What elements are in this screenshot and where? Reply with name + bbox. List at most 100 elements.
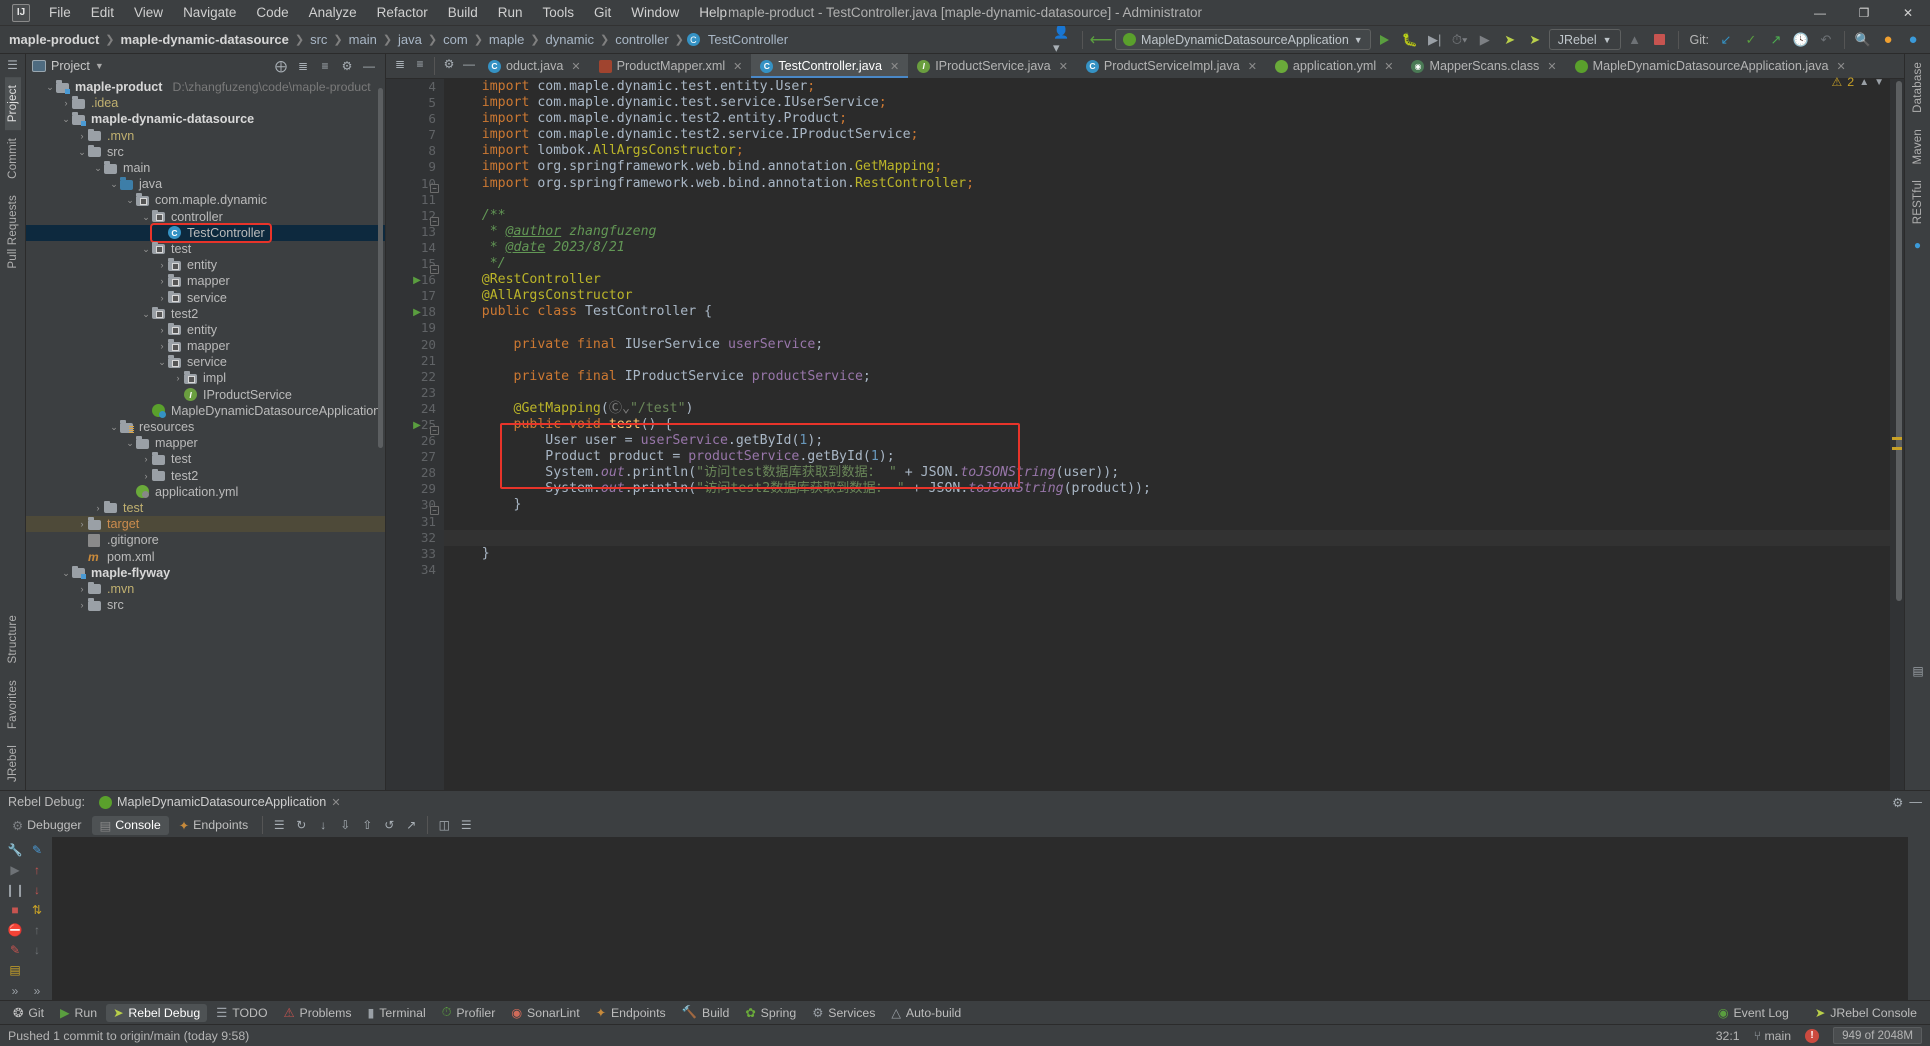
menu-build[interactable]: Build [439, 2, 487, 23]
tree-node-test2[interactable]: ⌄ test2 [26, 306, 385, 322]
tree-expand-arrow-icon[interactable]: › [156, 290, 168, 306]
code-line[interactable]: * @author zhangfuzeng [444, 224, 1890, 240]
code-line[interactable]: */ [444, 256, 1890, 272]
tree-node-maple-flyway[interactable]: ⌄ maple-flyway [26, 565, 385, 581]
tree-expand-arrow-icon[interactable]: › [76, 549, 88, 565]
tree-expand-arrow-icon[interactable]: ⌄ [124, 192, 136, 208]
close-icon[interactable]: ✕ [1059, 60, 1068, 73]
breadcrumb-testcontroller[interactable]: TestController [705, 30, 791, 49]
tree-node-com-maple-dynamic[interactable]: ⌄ com.maple.dynamic [26, 192, 385, 208]
menu-file[interactable]: File [40, 2, 80, 23]
tree-expand-arrow-icon[interactable]: › [172, 387, 184, 403]
rerun-icon[interactable]: ↻ [291, 815, 311, 835]
stop-icon[interactable] [1649, 29, 1671, 51]
tree-expand-arrow-icon[interactable]: ⌄ [140, 209, 152, 225]
tree-node-test[interactable]: › test [26, 500, 385, 516]
menu-navigate[interactable]: Navigate [174, 2, 245, 23]
breadcrumb-main[interactable]: main [346, 30, 380, 49]
tree-expand-arrow-icon[interactable]: › [172, 370, 184, 386]
tool-button-services[interactable]: ⚙ Services [805, 1004, 882, 1022]
tree-expand-arrow-icon[interactable]: ⌄ [60, 565, 72, 581]
pencil-icon[interactable]: ✎ [29, 842, 45, 858]
code-line[interactable]: * @date 2023/8/21 [444, 240, 1890, 256]
editor-tab-productserviceimpl[interactable]: C ProductServiceImpl.java ✕ [1077, 54, 1266, 78]
editor-tab-productmapper-xml[interactable]: ProductMapper.xml ✕ [590, 54, 752, 78]
run-configuration-selector[interactable]: MapleDynamicDatasourceApplication ▼ [1115, 29, 1371, 50]
menu-git[interactable]: Git [585, 2, 620, 23]
tool-button-sonarlint[interactable]: ◉ SonarLint [504, 1004, 586, 1022]
jrebel-run-icon[interactable]: ➤ [1499, 29, 1521, 51]
tree-expand-arrow-icon[interactable]: › [76, 128, 88, 144]
tree-node--mvn[interactable]: › .mvn [26, 581, 385, 597]
sort-icon[interactable]: ⇅ [29, 902, 45, 918]
tool-tab-commit[interactable]: Commit [5, 130, 21, 187]
tool-tab-jrebel[interactable]: JRebel [5, 737, 21, 790]
notifications-icon[interactable]: ● [1914, 233, 1921, 257]
tree-expand-arrow-icon[interactable]: › [156, 273, 168, 289]
tree-expand-arrow-icon[interactable]: › [140, 403, 152, 419]
code-line[interactable]: System.out.println("访问test数据库获取到数据： " + … [444, 465, 1890, 481]
expand-all-icon[interactable]: ≣ [293, 56, 313, 76]
tree-node-test2[interactable]: › test2 [26, 468, 385, 484]
tree-node-resources[interactable]: ⌄ resources [26, 419, 385, 435]
tree-node-maple-dynamic-datasource[interactable]: ⌄ maple-dynamic-datasource [26, 111, 385, 127]
code-line[interactable]: import com.maple.dynamic.test.entity.Use… [444, 79, 1890, 95]
chevron-down-icon[interactable]: ▼ [1874, 77, 1884, 88]
tree-node-service[interactable]: › service [26, 289, 385, 305]
build-icon[interactable]: ▲ [1624, 29, 1646, 51]
tool-tab-project[interactable]: Project [4, 77, 21, 131]
editor-tab-product[interactable]: C oduct.java ✕ [479, 54, 590, 78]
tree-expand-arrow-icon[interactable]: ⌄ [108, 176, 120, 192]
menu-view[interactable]: View [125, 2, 172, 23]
tree-expand-arrow-icon[interactable]: ⌄ [108, 419, 120, 435]
layout-icon[interactable]: ▤ [1908, 661, 1928, 681]
breadcrumb-com[interactable]: com [440, 30, 471, 49]
tree-node-mapper[interactable]: ⌄ mapper [26, 435, 385, 451]
git-push-icon[interactable]: ↗ [1765, 29, 1787, 51]
menu-edit[interactable]: Edit [82, 2, 123, 23]
code-line[interactable]: private final IProductService productSer… [444, 369, 1890, 385]
menu-run[interactable]: Run [489, 2, 532, 23]
tool-button-jrebel-console[interactable]: ➤ JRebel Console [1808, 1004, 1924, 1022]
code-line[interactable]: import com.maple.dynamic.test2.service.I… [444, 127, 1890, 143]
code-line[interactable]: import com.maple.dynamic.test2.entity.Pr… [444, 111, 1890, 127]
git-branch-widget[interactable]: ⑂ main [1754, 1029, 1791, 1043]
git-update-icon[interactable]: ↙ [1715, 29, 1737, 51]
tree-expand-arrow-icon[interactable]: ⌄ [44, 79, 56, 95]
tree-expand-arrow-icon[interactable]: › [76, 581, 88, 597]
code-line[interactable]: @GetMapping(Ⓒ⌄"/test") [444, 401, 1890, 417]
debug-icon[interactable]: 🐛 [1399, 29, 1421, 51]
search-everywhere-icon[interactable]: 🔍 [1852, 29, 1874, 51]
tool-button-build[interactable]: 🔨 Build [675, 1003, 737, 1022]
hide-icon[interactable]: — [1909, 795, 1922, 810]
tree-expand-arrow-icon[interactable]: › [156, 257, 168, 273]
tree-node-test[interactable]: ⌄ test [26, 241, 385, 257]
tool-tab-database[interactable]: Database [1910, 54, 1926, 121]
close-icon[interactable]: ✕ [1547, 60, 1556, 73]
tree-node-impl[interactable]: › impl [26, 370, 385, 386]
tree-expand-arrow-icon[interactable]: › [76, 532, 88, 548]
tree-node-test[interactable]: › test [26, 451, 385, 467]
breadcrumb-maple-dynamic-datasource[interactable]: maple-dynamic-datasource [118, 30, 292, 49]
menu-refactor[interactable]: Refactor [368, 2, 437, 23]
editor-tab-iproductservice[interactable]: I IProductService.java ✕ [908, 54, 1077, 78]
breadcrumb-dynamic[interactable]: dynamic [543, 30, 597, 49]
list-icon[interactable]: ☰ [269, 815, 289, 835]
tool-button-problems[interactable]: ⚠ Problems [277, 1004, 359, 1022]
tree-expand-arrow-icon[interactable]: ⌄ [124, 435, 136, 451]
rerun-icon[interactable]: ▶ [1474, 29, 1496, 51]
tree-node-maple-product[interactable]: ⌄ maple-product D:\zhangfuzeng\code\maple-… [26, 79, 385, 95]
chevron-up-icon[interactable]: ▲ [1859, 77, 1869, 88]
code-line[interactable]: import lombok.AllArgsConstructor; [444, 143, 1890, 159]
hide-icon[interactable]: — [459, 54, 479, 74]
editor-vertical-scrollbar[interactable] [1896, 81, 1902, 601]
camera-icon[interactable]: ✎ [7, 942, 23, 958]
close-icon[interactable]: ✕ [331, 796, 340, 809]
mute-icon[interactable]: ⛔ [7, 922, 23, 938]
tree-node-iproductservice[interactable]: ›I IProductService [26, 387, 385, 403]
code-fold-icon[interactable]: − [430, 216, 439, 226]
user-avatar-icon[interactable]: 👤▾ [1053, 24, 1075, 55]
rebel-tab-console[interactable]: ▤ Console [91, 815, 169, 835]
tree-expand-arrow-icon[interactable]: › [92, 500, 104, 516]
tree-node-java[interactable]: ⌄ java [26, 176, 385, 192]
